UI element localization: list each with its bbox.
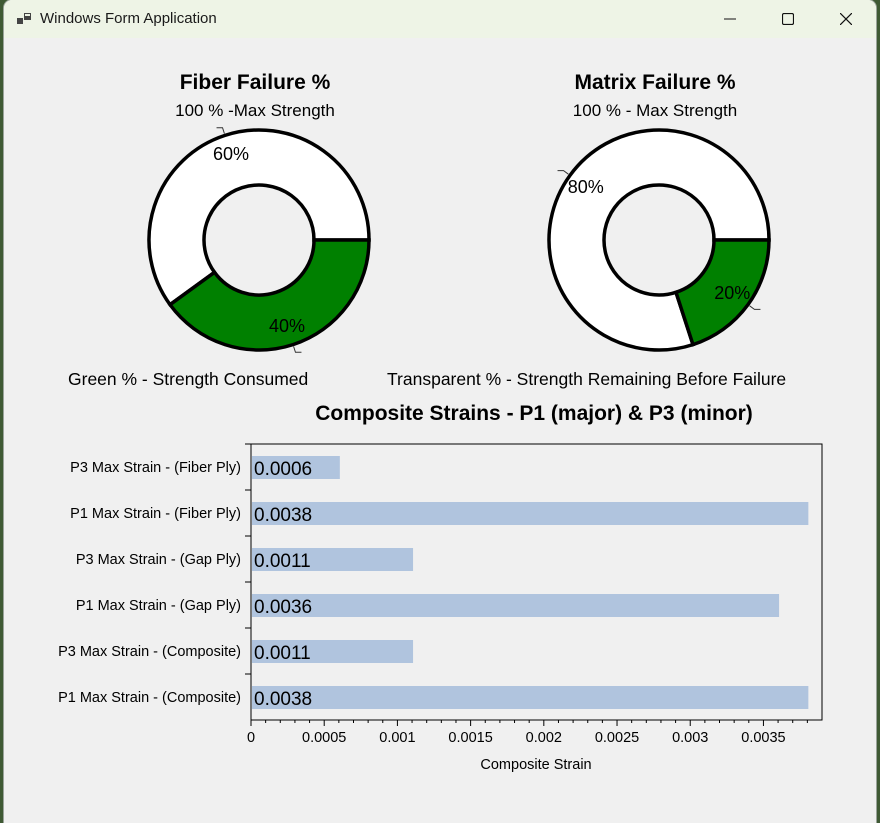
fiber-slice-label-0: 60% xyxy=(213,144,249,164)
category-label-2: P3 Max Strain - (Gap Ply) xyxy=(76,552,241,568)
minimize-button[interactable] xyxy=(701,0,759,38)
matrix-leader-0 xyxy=(557,170,569,175)
matrix-slice-label-0: 80% xyxy=(568,177,604,197)
matrix-leader-1 xyxy=(749,305,761,310)
bar-1 xyxy=(252,502,809,525)
app-icon xyxy=(17,13,31,24)
strain-chart-title: Composite Strains - P1 (major) & P3 (min… xyxy=(315,402,753,425)
x-tick-label-3: 0.0015 xyxy=(448,730,492,746)
x-tick-label-2: 0.001 xyxy=(379,730,415,746)
x-tick-label-0: 0 xyxy=(247,730,255,746)
category-label-3: P1 Max Strain - (Gap Ply) xyxy=(76,598,241,614)
x-tick-label-6: 0.003 xyxy=(672,730,708,746)
strain-bar-chart: 0.0006 P3 Max Strain - (Fiber Ply) 0.0038 P… xyxy=(58,443,823,746)
bar-5 xyxy=(252,686,809,709)
bar-value-label-1: 0.0038 xyxy=(254,505,312,526)
matrix-chart-caption: Transparent % - Strength Remaining Befor… xyxy=(387,369,787,389)
fiber-leader-1 xyxy=(293,346,302,353)
fiber-chart-caption: Green % - Strength Consumed xyxy=(68,369,309,389)
fiber-donut-chart: 60% 40% xyxy=(147,127,371,353)
app-window: Windows Form Application Fiber Failure %… xyxy=(4,0,876,823)
minimize-icon xyxy=(724,18,736,20)
strain-chart-xlabel: Composite Strain xyxy=(480,757,592,773)
bar-value-label-4: 0.0011 xyxy=(254,643,311,664)
title-bar: Windows Form Application xyxy=(4,0,876,38)
bar-3 xyxy=(252,594,780,617)
bar-value-label-5: 0.0038 xyxy=(254,689,312,710)
matrix-chart-title: Matrix Failure % xyxy=(574,71,736,94)
matrix-donut-chart: 80% 20% xyxy=(547,128,771,352)
plot-frame xyxy=(250,443,823,721)
close-icon xyxy=(840,13,852,25)
fiber-chart-subtitle: 100 % -Max Strength xyxy=(175,101,335,120)
matrix-slice-label-1: 20% xyxy=(714,283,750,303)
fiber-chart-title: Fiber Failure % xyxy=(179,71,331,94)
bar-value-label-0: 0.0006 xyxy=(254,459,312,480)
category-label-5: P1 Max Strain - (Composite) xyxy=(58,690,241,706)
x-tick-label-1: 0.0005 xyxy=(302,730,346,746)
matrix-chart-subtitle: 100 % - Max Strength xyxy=(572,101,738,120)
fiber-slice-label-1: 40% xyxy=(269,316,305,336)
x-tick-label-5: 0.0025 xyxy=(595,730,639,746)
bar-value-label-2: 0.0011 xyxy=(254,551,311,572)
category-label-4: P3 Max Strain - (Composite) xyxy=(58,644,241,660)
window-title: Windows Form Application xyxy=(40,10,217,27)
maximize-button[interactable] xyxy=(759,0,817,38)
fiber-leader-0 xyxy=(216,127,225,134)
close-button[interactable] xyxy=(817,0,875,38)
x-tick-label-7: 0.0035 xyxy=(741,730,785,746)
bar-value-label-3: 0.0036 xyxy=(254,597,312,618)
category-label-0: P3 Max Strain - (Fiber Ply) xyxy=(70,460,241,476)
maximize-icon xyxy=(782,13,794,25)
category-label-1: P1 Max Strain - (Fiber Ply) xyxy=(70,506,241,522)
x-tick-label-4: 0.002 xyxy=(526,730,562,746)
